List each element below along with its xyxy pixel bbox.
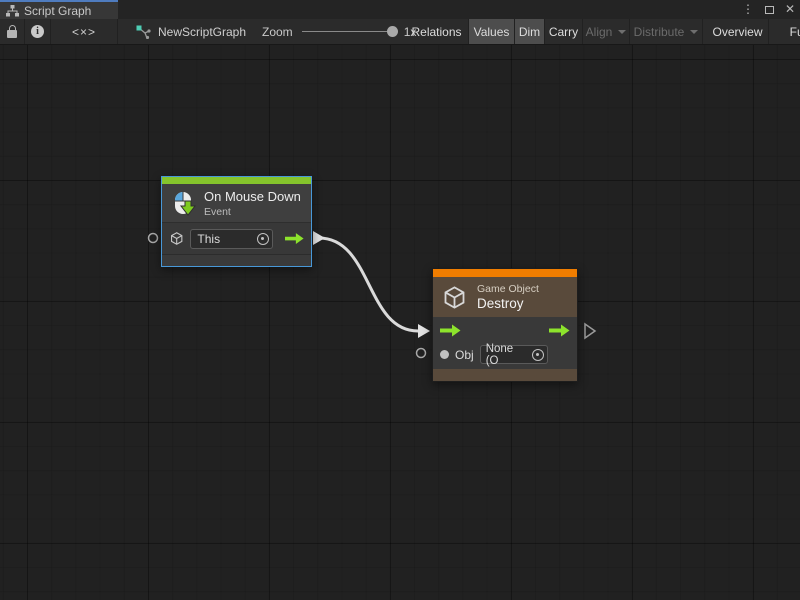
graph-breadcrumb[interactable]: NewScriptGraph xyxy=(136,19,246,44)
destroy-obj-port[interactable] xyxy=(417,349,426,358)
destroy-node-title: Destroy xyxy=(477,296,539,311)
align-button[interactable]: Align xyxy=(583,19,630,44)
target-value-field[interactable]: This xyxy=(190,229,273,249)
event-trigger-output-arrow[interactable] xyxy=(285,232,304,245)
destroy-node-category: Game Object xyxy=(477,283,539,295)
graph-icon xyxy=(136,25,151,39)
edit-code-button[interactable]: <×> xyxy=(51,19,118,44)
values-button[interactable]: Values xyxy=(469,19,515,44)
graph-name: NewScriptGraph xyxy=(158,25,246,39)
window-controls: ⋮ ✕ xyxy=(742,0,795,19)
node-destroy[interactable]: Game Object Destroy Obj None (O xyxy=(432,268,578,382)
info-button[interactable]: i xyxy=(25,19,51,44)
destroy-flow-input-arrow[interactable] xyxy=(440,324,461,337)
destroy-flow-row xyxy=(433,317,577,343)
dim-button[interactable]: Dim xyxy=(515,19,545,44)
relations-label: Relations xyxy=(411,25,461,39)
tab-script-graph[interactable]: Script Graph xyxy=(0,0,118,19)
distribute-label: Distribute xyxy=(634,25,685,39)
connection-wire[interactable] xyxy=(319,238,418,331)
dim-label: Dim xyxy=(519,25,540,39)
hierarchy-icon xyxy=(6,5,19,17)
zoom-label: Zoom xyxy=(262,25,293,39)
carry-label: Carry xyxy=(549,25,578,39)
target-value-text: This xyxy=(197,232,220,246)
menu-icon[interactable]: ⋮ xyxy=(742,0,754,19)
destroy-node-footer xyxy=(433,369,577,381)
maximize-icon[interactable] xyxy=(765,6,774,14)
tab-title: Script Graph xyxy=(24,4,91,18)
fullscreen-button[interactable]: Full S xyxy=(769,19,800,44)
code-icon: <×> xyxy=(72,25,96,39)
destroy-flow-output-arrow[interactable] xyxy=(549,324,570,337)
destroy-output-port[interactable] xyxy=(585,324,595,338)
node-on-mouse-down[interactable]: On Mouse Down Event This xyxy=(161,176,312,267)
fullscreen-label: Full S xyxy=(790,25,800,39)
event-input-port[interactable] xyxy=(149,234,158,243)
cube-icon xyxy=(169,230,184,247)
chevron-down-icon xyxy=(690,30,698,34)
distribute-button[interactable]: Distribute xyxy=(630,19,703,44)
values-label: Values xyxy=(474,25,510,39)
object-picker-icon[interactable] xyxy=(532,349,544,361)
destroy-obj-row: Obj None (O xyxy=(433,343,577,369)
obj-value-text: None (O xyxy=(486,343,529,367)
destroy-node-header: Game Object Destroy xyxy=(433,277,577,317)
event-accent-bar xyxy=(162,177,311,184)
close-icon[interactable]: ✕ xyxy=(785,0,795,19)
wire-layer xyxy=(0,45,800,600)
toolbar-buttons: Relations Values Dim Carry Align Distrib… xyxy=(405,19,800,44)
event-node-footer xyxy=(162,254,311,266)
event-node-header: On Mouse Down Event xyxy=(162,184,311,222)
obj-param-label: Obj xyxy=(455,348,474,362)
cube-icon xyxy=(441,284,468,311)
wire-start-arrow xyxy=(313,231,325,245)
event-node-body: This xyxy=(162,222,311,254)
zoom-slider-handle[interactable] xyxy=(387,26,398,37)
obj-value-field[interactable]: None (O xyxy=(480,345,548,364)
carry-button[interactable]: Carry xyxy=(545,19,583,44)
overview-label: Overview xyxy=(712,25,762,39)
title-bar: Script Graph ⋮ ✕ xyxy=(0,0,800,19)
lock-button[interactable] xyxy=(0,19,25,44)
object-picker-icon[interactable] xyxy=(257,233,269,245)
relations-button[interactable]: Relations xyxy=(405,19,469,44)
info-icon: i xyxy=(31,25,44,38)
chevron-down-icon xyxy=(618,30,626,34)
event-node-title: On Mouse Down xyxy=(204,189,301,204)
mouse-down-icon xyxy=(170,190,196,216)
zoom-control: Zoom 1x xyxy=(262,19,416,44)
event-node-subtitle: Event xyxy=(204,206,301,218)
destroy-accent-bar xyxy=(433,269,577,277)
lock-icon xyxy=(7,30,17,38)
graph-toolbar: i <×> NewScriptGraph Zoom 1x Relations V… xyxy=(0,19,800,45)
obj-port-dot[interactable] xyxy=(440,350,449,359)
graph-canvas[interactable]: On Mouse Down Event This xyxy=(0,45,800,600)
wire-end-arrow xyxy=(418,324,430,338)
overview-button[interactable]: Overview xyxy=(707,19,769,44)
align-label: Align xyxy=(586,25,613,39)
zoom-slider[interactable] xyxy=(302,31,395,32)
